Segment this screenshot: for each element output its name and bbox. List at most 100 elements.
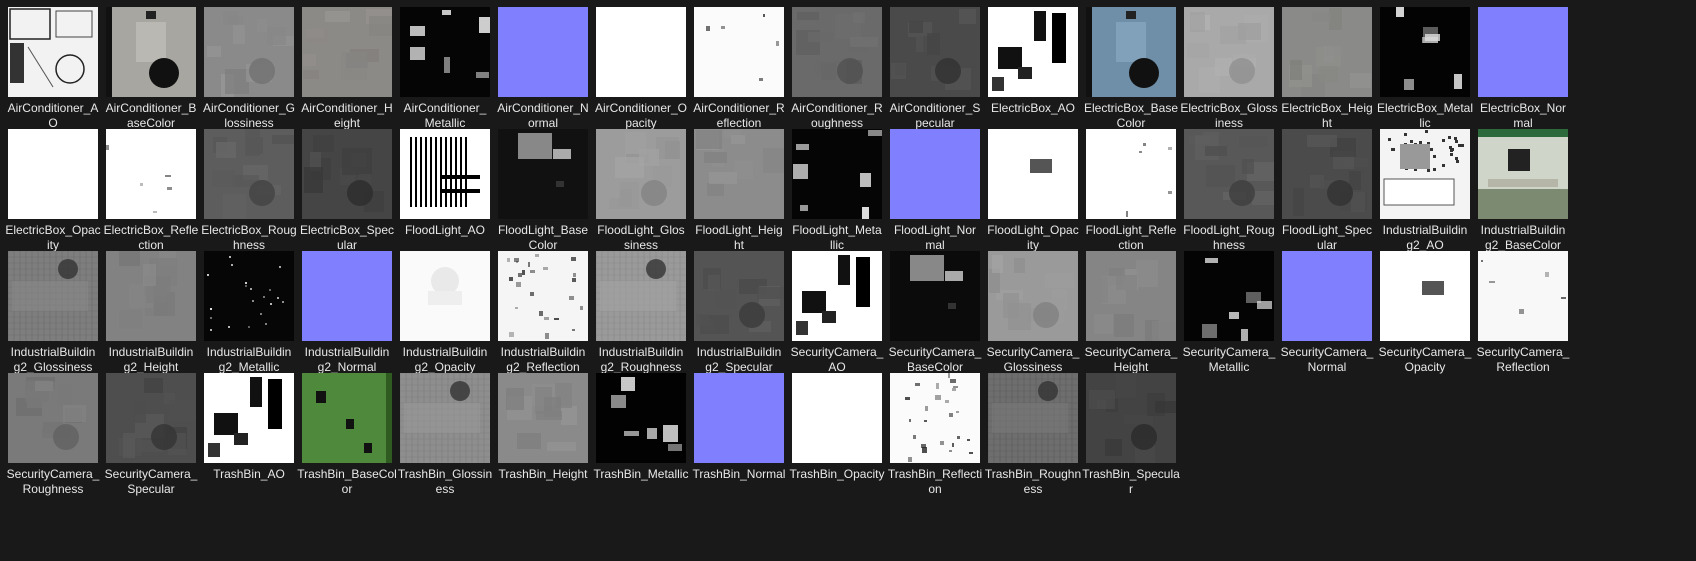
file-thumbnail <box>890 129 980 219</box>
file-item[interactable]: SecurityCamera_ Reflection <box>1470 251 1572 381</box>
file-item[interactable]: SecurityCamera_ Roughness <box>0 373 102 503</box>
file-name-line1: SecurityCamera_ <box>1182 345 1276 359</box>
file-item[interactable]: IndustrialBuildin g2_Height <box>98 251 200 381</box>
file-name-line1: FloodLight_Meta <box>792 223 882 237</box>
file-item[interactable]: AirConditioner_N ormal <box>490 7 592 137</box>
file-item[interactable]: ElectricBox_Base Color <box>1078 7 1180 137</box>
file-thumbnail <box>1086 251 1176 341</box>
file-name-line1: ElectricBox_Opac <box>5 223 101 237</box>
file-thumbnail <box>204 129 294 219</box>
file-item[interactable]: SecurityCamera_ Specular <box>98 373 200 503</box>
file-item[interactable]: AirConditioner_O pacity <box>588 7 690 137</box>
file-item[interactable]: IndustrialBuildin g2_AO <box>1372 129 1474 259</box>
file-item[interactable]: IndustrialBuildin g2_BaseColor <box>1470 129 1572 259</box>
file-item[interactable]: FloodLight_Meta llic <box>784 129 886 259</box>
file-name-line1: ElectricBox_Nor <box>1479 101 1567 115</box>
file-thumbnail <box>694 7 784 97</box>
file-name-label: SecurityCamera_ Specular <box>98 467 204 497</box>
file-name-label: ElectricBox_AO <box>980 101 1086 116</box>
file-item[interactable]: TrashBin_Metallic <box>588 373 690 503</box>
file-thumbnail <box>204 7 294 97</box>
file-name-line1: TrashBin_Normal <box>692 467 786 481</box>
file-item[interactable]: FloodLight_Spec ular <box>1274 129 1376 259</box>
file-item[interactable]: TrashBin_Reflecti on <box>882 373 984 503</box>
file-item[interactable]: FloodLight_Nor mal <box>882 129 984 259</box>
file-name-line1: AirConditioner_S <box>889 101 981 115</box>
file-name-label: IndustrialBuildin g2_Normal <box>294 345 400 375</box>
file-name-label: ElectricBox_Roug hness <box>196 223 302 253</box>
file-name-label: FloodLight_Opac ity <box>980 223 1086 253</box>
file-item[interactable]: IndustrialBuildin g2_Glossiness <box>0 251 102 381</box>
file-name-line1: FloodLight_Glos <box>597 223 685 237</box>
file-item[interactable]: FloodLight_Refle ction <box>1078 129 1180 259</box>
file-name-line1: IndustrialBuildin <box>10 345 96 359</box>
file-name-line2: Specular <box>127 482 175 496</box>
file-thumbnail <box>302 251 392 341</box>
file-item[interactable]: SecurityCamera_ BaseColor <box>882 251 984 381</box>
file-name-line1: AirConditioner_H <box>301 101 393 115</box>
file-item[interactable]: ElectricBox_Heig ht <box>1274 7 1376 137</box>
file-name-line2: Metallic <box>1208 360 1250 374</box>
file-item[interactable]: ElectricBox_AO <box>980 7 1082 137</box>
file-item[interactable]: ElectricBox_Opac ity <box>0 129 102 259</box>
file-item[interactable]: ElectricBox_Roug hness <box>196 129 298 259</box>
file-item[interactable]: AirConditioner_H eight <box>294 7 396 137</box>
file-item[interactable]: TrashBin_Glossin ess <box>392 373 494 503</box>
file-name-label: TrashBin_Glossin ess <box>392 467 498 497</box>
file-item[interactable]: SecurityCamera_ AO <box>784 251 886 381</box>
file-item[interactable]: IndustrialBuildin g2_Opacity <box>392 251 494 381</box>
file-thumbnail <box>1380 251 1470 341</box>
file-item[interactable]: ElectricBox_Refle ction <box>98 129 200 259</box>
file-item[interactable]: TrashBin_Specula r <box>1078 373 1180 503</box>
file-thumbnail <box>1282 129 1372 219</box>
file-name-label: IndustrialBuildin g2_Reflection <box>490 345 596 375</box>
file-item[interactable]: ElectricBox_Nor mal <box>1470 7 1572 137</box>
file-item[interactable]: AirConditioner_A O <box>0 7 102 137</box>
file-item[interactable]: TrashBin_BaseCol or <box>294 373 397 503</box>
file-name-line1: TrashBin_AO <box>213 467 285 481</box>
file-item[interactable]: AirConditioner_B aseColor <box>98 7 200 137</box>
file-item[interactable]: ElectricBox_Spec ular <box>294 129 396 259</box>
file-thumbnail <box>890 373 980 463</box>
file-item[interactable]: SecurityCamera_ Glossiness <box>980 251 1082 381</box>
file-item[interactable]: FloodLight_Roug hness <box>1176 129 1278 259</box>
file-item[interactable]: FloodLight_AO <box>392 129 494 259</box>
file-item[interactable]: IndustrialBuildin g2_Reflection <box>490 251 592 381</box>
file-thumbnail <box>1086 7 1176 97</box>
file-name-line2: on <box>928 482 942 496</box>
file-item[interactable]: SecurityCamera_ Normal <box>1274 251 1376 381</box>
file-item[interactable]: SecurityCamera_ Metallic <box>1176 251 1278 381</box>
file-item[interactable]: IndustrialBuildin g2_Roughness <box>588 251 690 381</box>
file-name-line1: SecurityCamera_ <box>986 345 1080 359</box>
file-thumbnail <box>1380 7 1470 97</box>
file-item[interactable]: FloodLight_Glos siness <box>588 129 690 259</box>
file-item[interactable]: IndustrialBuildin g2_Specular <box>686 251 788 381</box>
file-thumbnail <box>1184 129 1274 219</box>
file-item[interactable]: TrashBin_AO <box>196 373 298 503</box>
file-item[interactable]: AirConditioner_S pecular <box>882 7 984 137</box>
file-name-label: SecurityCamera_ Metallic <box>1176 345 1282 375</box>
file-name-label: SecurityCamera_ Opacity <box>1372 345 1478 375</box>
file-item[interactable]: AirConditioner_R eflection <box>686 7 788 137</box>
file-item[interactable]: TrashBin_Opacity <box>784 373 886 503</box>
file-item[interactable]: TrashBin_Roughn ess <box>980 373 1082 503</box>
file-item[interactable]: AirConditioner_R oughness <box>784 7 886 137</box>
file-thumbnail <box>302 7 392 97</box>
file-item[interactable]: FloodLight_Base Color <box>490 129 592 259</box>
file-item[interactable]: ElectricBox_Metal lic <box>1372 7 1474 137</box>
file-item[interactable]: TrashBin_Normal <box>686 373 788 503</box>
file-item[interactable]: ElectricBox_Gloss iness <box>1176 7 1278 137</box>
file-item[interactable]: SecurityCamera_ Opacity <box>1372 251 1474 381</box>
file-thumbnail <box>792 129 882 219</box>
file-item[interactable]: IndustrialBuildin g2_Normal <box>294 251 396 381</box>
file-item[interactable]: IndustrialBuildin g2_Metallic <box>196 251 298 381</box>
file-item[interactable]: SecurityCamera_ Height <box>1078 251 1180 381</box>
file-item[interactable]: TrashBin_Height <box>490 373 592 503</box>
file-item[interactable]: AirConditioner_G lossiness <box>196 7 298 137</box>
file-item[interactable]: AirConditioner_ Metallic <box>392 7 494 137</box>
file-item[interactable]: FloodLight_Heig ht <box>686 129 788 259</box>
file-name-label: FloodLight_Glos siness <box>588 223 694 253</box>
file-name-line1: IndustrialBuildin <box>500 345 586 359</box>
file-item[interactable]: FloodLight_Opac ity <box>980 129 1082 259</box>
file-thumbnail <box>400 373 490 463</box>
